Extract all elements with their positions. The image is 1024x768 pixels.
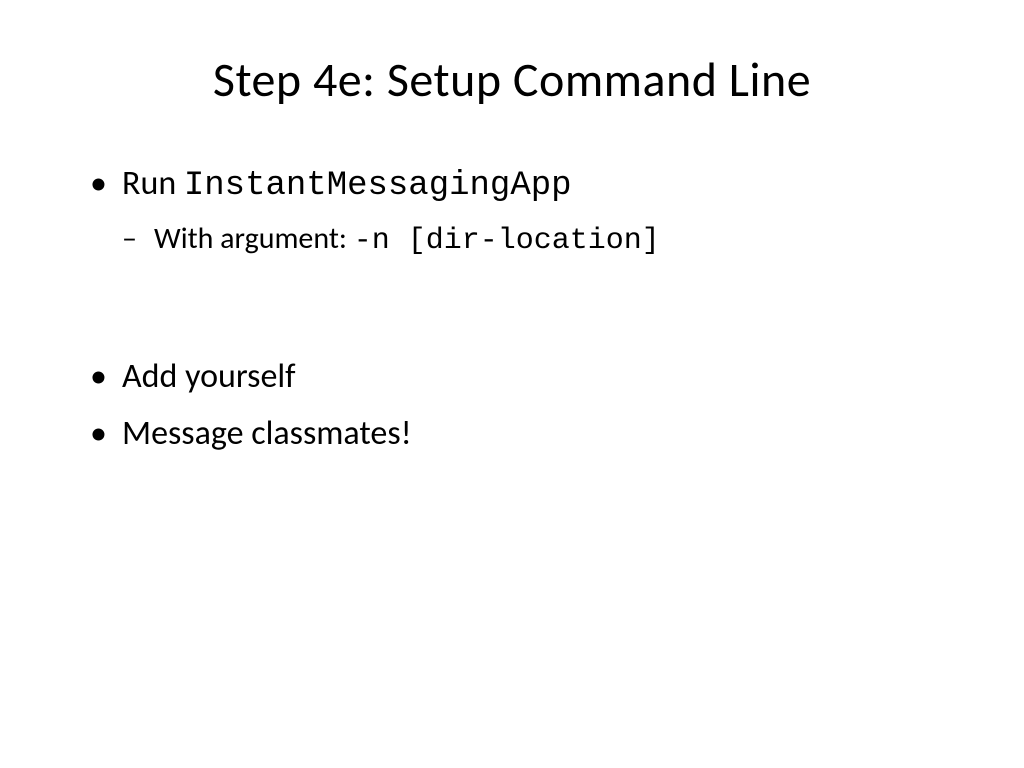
bullet-text-message: Message classmates!: [122, 413, 412, 454]
sub-bullet-text-prefix: With argument:: [154, 220, 354, 257]
sub-bullet-code-arg: -n [dir-location]: [354, 224, 660, 258]
bullet-list-2: Add yourself Message classmates!: [90, 352, 954, 459]
spacer: [90, 272, 954, 352]
bullet-item-message: Message classmates!: [90, 409, 954, 458]
sub-bullet-list: With argument: -n [dir-location]: [122, 217, 954, 264]
slide-container: Step 4e: Setup Command Line Run InstantM…: [0, 0, 1024, 768]
bullet-text-run-prefix: Run: [122, 163, 184, 204]
bullet-item-run: Run InstantMessagingApp With argument: -…: [90, 159, 954, 264]
bullet-list: Run InstantMessagingApp With argument: -…: [90, 159, 954, 264]
bullet-code-app: InstantMessagingApp: [184, 167, 572, 205]
slide-title: Step 4e: Setup Command Line: [70, 50, 954, 109]
bullet-item-add-yourself: Add yourself: [90, 352, 954, 401]
slide-content: Run InstantMessagingApp With argument: -…: [70, 159, 954, 458]
bullet-text-add: Add yourself: [122, 356, 296, 397]
sub-bullet-item-argument: With argument: -n [dir-location]: [122, 217, 954, 264]
